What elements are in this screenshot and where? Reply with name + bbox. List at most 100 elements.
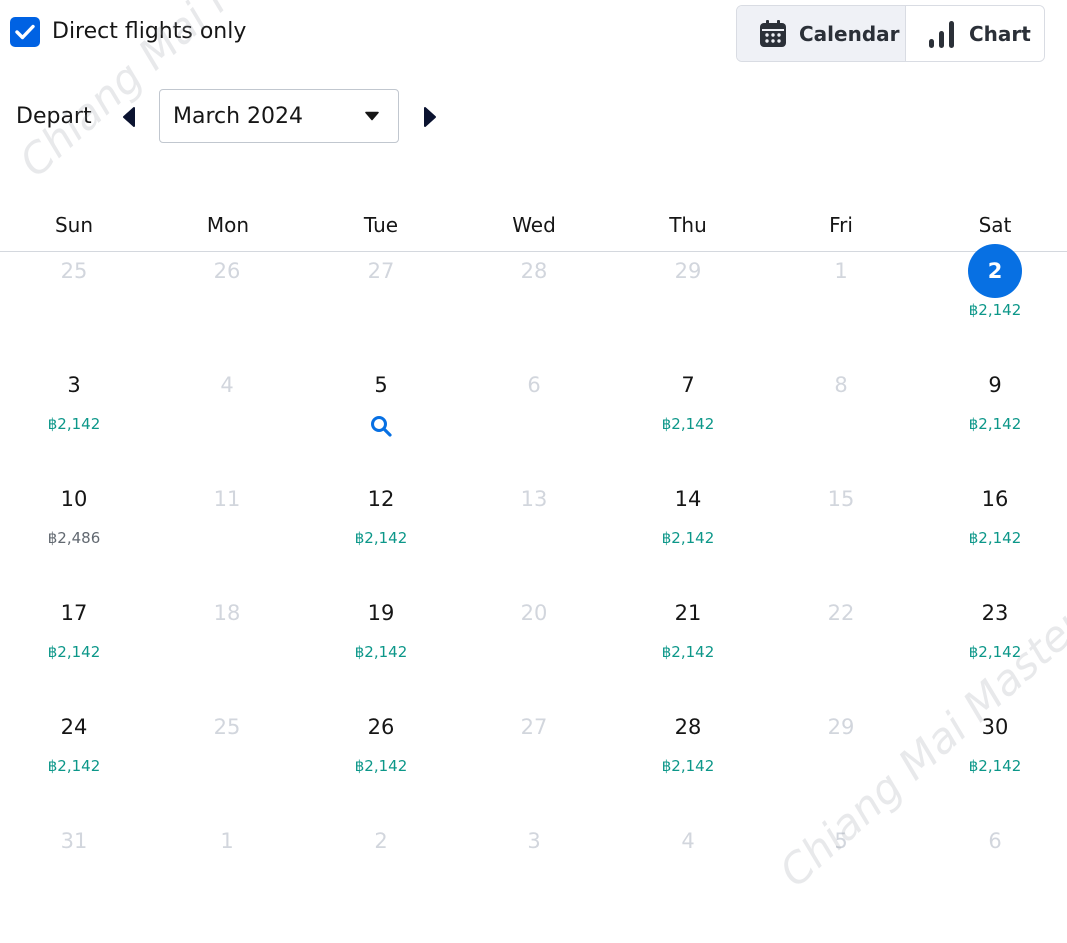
day-number: 6 (988, 829, 1002, 853)
day-number: 1 (834, 259, 848, 283)
calendar-day-cell[interactable]: 5 (304, 314, 458, 437)
day-number: 28 (674, 715, 702, 739)
direct-flights-label[interactable]: Direct flights only (52, 17, 246, 47)
depart-label: Depart (16, 104, 92, 129)
calendar-day-cell: 31 (0, 770, 151, 884)
selected-day[interactable]: 2 (968, 244, 1022, 298)
day-number: 23 (981, 601, 1009, 625)
day-number: 27 (367, 259, 395, 283)
calendar-day-cell[interactable]: 16 ฿2,142 (918, 428, 1067, 547)
day-number: 10 (60, 487, 88, 511)
calendar-day-cell: 29 (764, 656, 918, 770)
calendar-day-cell: 22 (764, 542, 918, 656)
day-number: 25 (60, 259, 88, 283)
calendar-day-cell: 11 (150, 428, 304, 542)
calendar-day-cell[interactable]: 23 ฿2,142 (918, 542, 1067, 661)
day-number: 29 (674, 259, 702, 283)
day-number: 19 (367, 601, 395, 625)
calendar-view-button[interactable]: Calendar (737, 6, 906, 61)
calendar-day-cell[interactable]: 7 ฿2,142 (611, 314, 765, 433)
day-number: 27 (520, 715, 548, 739)
calendar-day-cell: 3 (457, 770, 611, 884)
calendar-day-cell[interactable]: 9 ฿2,142 (918, 314, 1067, 433)
checkmark-icon (15, 24, 35, 40)
month-select-value: March 2024 (173, 103, 304, 129)
calendar-day-cell: 20 (457, 542, 611, 656)
caret-left-icon (123, 107, 135, 127)
calendar-day-cell: 6 (457, 314, 611, 428)
day-number: 12 (367, 487, 395, 511)
day-number: 25 (213, 715, 241, 739)
calendar-day-cell: 15 (764, 428, 918, 542)
calendar-view-label: Calendar (799, 21, 900, 46)
day-number: 5 (374, 373, 388, 397)
day-number: 16 (981, 487, 1009, 511)
day-number: 9 (988, 373, 1002, 397)
day-number: 5 (834, 829, 848, 853)
day-number: 14 (674, 487, 702, 511)
day-number: 31 (60, 829, 88, 853)
day-number: 20 (520, 601, 548, 625)
day-number: 17 (60, 601, 88, 625)
calendar-day-cell: 4 (611, 770, 765, 884)
calendar-day-cell[interactable]: 14 ฿2,142 (611, 428, 765, 547)
day-number: 22 (827, 601, 855, 625)
calendar-day-cell: 18 (150, 542, 304, 656)
day-number: 7 (681, 373, 695, 397)
calendar-day-cell[interactable]: 2 ฿2,142 (918, 200, 1067, 319)
calendar-day-cell: 5 (764, 770, 918, 884)
calendar-day-cell[interactable]: 26 ฿2,142 (304, 656, 458, 775)
day-number: 24 (60, 715, 88, 739)
day-number: 3 (67, 373, 81, 397)
calendar-day-cell: 4 (150, 314, 304, 428)
day-number: 4 (681, 829, 695, 853)
day-number: 3 (527, 829, 541, 853)
day-number: 26 (213, 259, 241, 283)
calendar-day-cell: 6 (918, 770, 1067, 884)
calendar-grid: 25 26 27 28 29 1 2 ฿2,142 3 ฿2,142 4 5 6 7 ฿2,142 8 9 ฿2,… (0, 244, 1067, 943)
calendar-day-cell: 27 (304, 200, 458, 314)
bar-chart-icon (929, 20, 954, 48)
chart-view-label: Chart (969, 21, 1031, 46)
direct-flights-checkbox[interactable] (10, 17, 40, 47)
calendar-day-cell[interactable]: 10 ฿2,486 (0, 428, 151, 547)
next-month-button[interactable] (418, 103, 442, 131)
calendar-icon (760, 19, 786, 47)
day-number: 18 (213, 601, 241, 625)
calendar-day-cell: 1 (150, 770, 304, 884)
calendar-day-cell[interactable]: 21 ฿2,142 (611, 542, 765, 661)
calendar-day-cell[interactable]: 12 ฿2,142 (304, 428, 458, 547)
day-number: 1 (220, 829, 234, 853)
view-toggle: Calendar Chart (736, 5, 1045, 62)
calendar-day-cell[interactable]: 3 ฿2,142 (0, 314, 151, 433)
calendar-day-cell[interactable]: 24 ฿2,142 (0, 656, 151, 775)
day-number: 13 (520, 487, 548, 511)
day-number: 6 (527, 373, 541, 397)
prev-month-button[interactable] (117, 103, 141, 131)
calendar-day-cell[interactable]: 19 ฿2,142 (304, 542, 458, 661)
calendar-day-cell: 2 (304, 770, 458, 884)
day-number: 28 (520, 259, 548, 283)
day-number: 21 (674, 601, 702, 625)
calendar-day-cell[interactable]: 17 ฿2,142 (0, 542, 151, 661)
calendar-day-cell: 25 (150, 656, 304, 770)
calendar-day-cell[interactable]: 30 ฿2,142 (918, 656, 1067, 775)
chevron-down-icon (365, 111, 379, 121)
day-number: 4 (220, 373, 234, 397)
day-number: 26 (367, 715, 395, 739)
day-number: 30 (981, 715, 1009, 739)
calendar-day-cell: 13 (457, 428, 611, 542)
day-number: 29 (827, 715, 855, 739)
day-number: 2 (374, 829, 388, 853)
calendar-day-cell: 26 (150, 200, 304, 314)
calendar-day-cell: 28 (457, 200, 611, 314)
calendar-day-cell: 25 (0, 200, 151, 314)
day-number: 11 (213, 487, 241, 511)
calendar-day-cell[interactable]: 28 ฿2,142 (611, 656, 765, 775)
calendar-day-cell: 1 (764, 200, 918, 314)
day-number: 8 (834, 373, 848, 397)
chart-view-button[interactable]: Chart (906, 6, 1044, 61)
day-number: 15 (827, 487, 855, 511)
calendar-day-cell: 8 (764, 314, 918, 428)
month-select[interactable]: March 2024 (159, 89, 399, 143)
